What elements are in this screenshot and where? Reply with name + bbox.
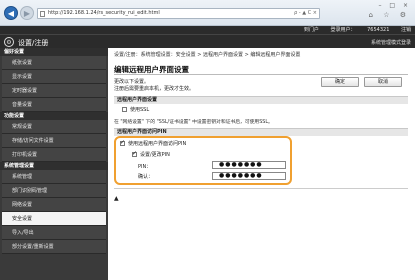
portal-link[interactable]: 到门户 (304, 27, 319, 33)
breadcrumb: 设置/注册：系统管理设置：安全设置 > 远程用户界面设置 > 编辑远程用户界面设… (114, 52, 301, 58)
ssl-option[interactable]: 使用SSL (122, 106, 149, 113)
logout-link[interactable]: 注销 (401, 27, 411, 33)
login-user-label: 登录用户： (330, 27, 356, 33)
set-pin-checkbox[interactable] (132, 150, 137, 157)
mode-status-text: 系统管理模式登录 (370, 40, 411, 46)
main-panel: 设置/注册：系统管理设置：安全设置 > 远程用户界面设置 > 编辑远程用户界面设… (108, 48, 415, 280)
section-header-rui: 远程用户界面设置 (114, 96, 408, 104)
sidebar-item-printer[interactable]: 打印机设置 (2, 148, 106, 162)
set-pin-label: 设置/更改PIN (140, 152, 170, 158)
sidebar-item-security[interactable]: 安全设置 (2, 212, 106, 226)
divider (114, 188, 408, 189)
header-links-bar: 到门户 登录用户： 7654321 注销 (0, 26, 415, 34)
sidebar-item-store-access[interactable]: 存储/访问文件设置 (2, 134, 106, 148)
sidebar-category: 系统管理设置 (0, 162, 108, 170)
sidebar: 偏好设置 纸张设置 显示设置 定时器设置 音量设置 功能设置 常规设置 存储/访… (0, 48, 108, 280)
sidebar-item-reset[interactable]: 部分设置/重新设置 (2, 240, 106, 254)
header-title-bar: ⚙ 设置/注册 系统管理模式登录 (0, 34, 415, 48)
use-pin-label: 使用远程用户界面访问PIN (128, 141, 187, 147)
pin-field[interactable]: ●●●●●●● (212, 161, 286, 169)
sidebar-item-timer[interactable]: 定时器设置 (2, 84, 106, 98)
use-pin-checkbox[interactable] (120, 139, 125, 146)
section-header-pin: 远程用户界面访问PIN (114, 128, 408, 136)
ssl-note: 在 "网络设置" 下的 "SSL/证书设置" 中设置密钥对和证书后，可使用SSL… (114, 120, 273, 125)
confirm-label: 确认： (138, 174, 154, 180)
sidebar-item-import-export[interactable]: 导入/导出 (2, 226, 106, 240)
divider (114, 74, 408, 75)
set-pin-option[interactable]: 设置/更改PIN (132, 150, 170, 158)
browser-toolbar: ◀ ▶ http://192.168.1.24/rs_security_rui_… (0, 0, 415, 26)
login-user-id: 7654321 (367, 27, 390, 33)
restart-note: 注册后需要重启本机，更改才生效。 (114, 86, 195, 92)
sidebar-category: 偏好设置 (0, 48, 108, 56)
forward-arrow-icon[interactable]: ▶ (20, 6, 34, 20)
sidebar-item-display[interactable]: 显示设置 (2, 70, 106, 84)
sidebar-item-volume[interactable]: 音量设置 (2, 98, 106, 112)
cancel-button[interactable]: 取消 (364, 77, 402, 87)
instruction-text: 更改以下设置。 (114, 79, 150, 85)
ssl-checkbox[interactable] (122, 107, 127, 112)
use-pin-option[interactable]: 使用远程用户界面访问PIN (120, 139, 187, 147)
window-controls[interactable]: – □ × (378, 2, 411, 9)
page-icon (40, 11, 45, 17)
sidebar-category: 功能设置 (0, 112, 108, 120)
sidebar-item-dept-id[interactable]: 部门识别码管理 (2, 184, 106, 198)
page-header-title: 设置/注册 (18, 39, 49, 47)
settings-home-icon[interactable]: ⚙ (4, 37, 14, 47)
pin-label: PIN： (138, 164, 152, 170)
sidebar-item-general[interactable]: 常规设置 (2, 120, 106, 134)
address-tools[interactable]: ρ - ▲ C × (294, 10, 317, 16)
browser-tool-icons[interactable]: ⌂ ☆ ⚙ (369, 11, 410, 19)
confirm-field[interactable]: ●●●●●●● (212, 172, 286, 180)
back-to-top-icon[interactable]: ▲ (114, 195, 119, 202)
sidebar-item-network[interactable]: 网络设置 (2, 198, 106, 212)
address-bar[interactable]: http://192.168.1.24/rs_security_rui_edit… (37, 8, 320, 19)
ok-button[interactable]: 确定 (321, 77, 359, 87)
ssl-label: 使用SSL (130, 107, 150, 113)
address-url: http://192.168.1.24/rs_security_rui_edit… (48, 10, 160, 16)
sidebar-item-system[interactable]: 系统管理 (2, 170, 106, 184)
sidebar-item-paper[interactable]: 纸张设置 (2, 56, 106, 70)
back-arrow-icon[interactable]: ◀ (4, 6, 18, 20)
